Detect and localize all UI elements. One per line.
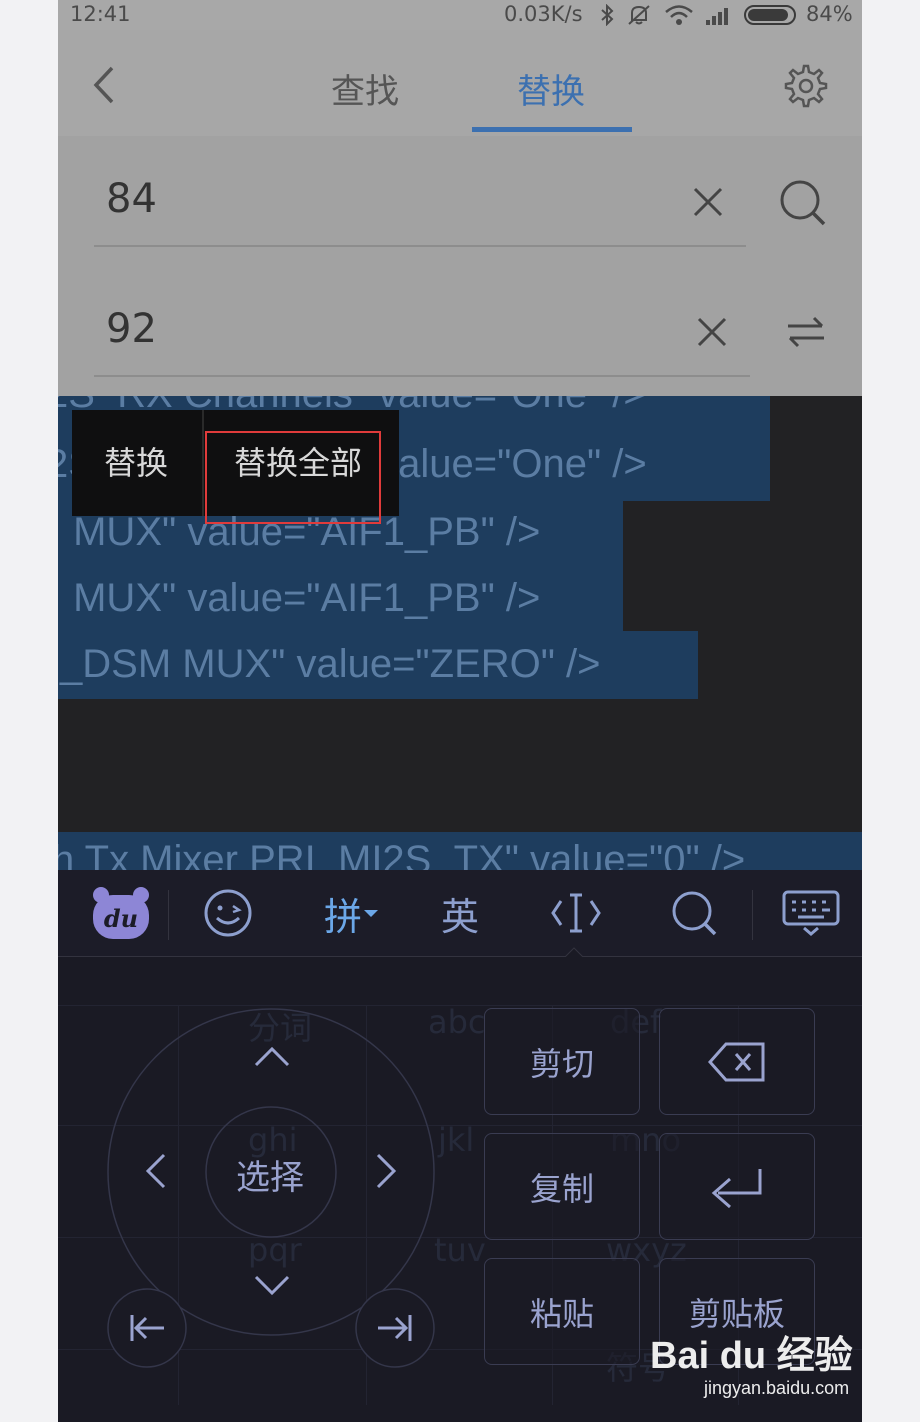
status-time: 12:41 bbox=[70, 2, 131, 26]
arrow-down-icon[interactable] bbox=[254, 1273, 290, 1297]
arrow-left-icon[interactable] bbox=[144, 1153, 168, 1189]
phone-screen: 12:41 0.03K/s 84% 查找 替换 84 92 value="One… bbox=[58, 0, 862, 1422]
du-logo-icon[interactable]: du bbox=[86, 870, 156, 956]
battery-icon bbox=[744, 5, 796, 25]
bluetooth-icon bbox=[601, 4, 614, 26]
pinyin-mode-button[interactable]: 拼 bbox=[316, 870, 386, 956]
status-bar: 12:41 0.03K/s 84% bbox=[58, 0, 862, 30]
svg-text:du: du bbox=[104, 904, 138, 933]
ghost-key: tuv bbox=[434, 1231, 486, 1269]
dropdown-icon bbox=[364, 910, 378, 917]
active-tab-indicator bbox=[472, 127, 632, 132]
paste-button[interactable]: 粘贴 bbox=[484, 1258, 640, 1365]
line-start-icon[interactable] bbox=[106, 1287, 188, 1369]
signal-icon bbox=[706, 8, 728, 25]
find-replace-panel: 84 92 bbox=[58, 136, 862, 396]
find-input-underline bbox=[94, 245, 746, 247]
settings-icon[interactable] bbox=[784, 64, 828, 108]
mute-icon bbox=[628, 5, 650, 25]
code-line: _DSM MUX" value="ZERO" /> bbox=[60, 642, 601, 686]
cursor-icon[interactable] bbox=[546, 870, 606, 956]
code-line: MUX" value="AIF1_PB" /> bbox=[62, 576, 541, 620]
enter-button[interactable] bbox=[659, 1133, 815, 1240]
select-button[interactable]: 选择 bbox=[236, 1150, 304, 1199]
toolbar-divider bbox=[168, 890, 169, 940]
cut-label: 剪切 bbox=[529, 1044, 594, 1083]
english-label: 英 bbox=[440, 894, 479, 939]
popup-divider bbox=[202, 410, 204, 516]
ghost-key: jkl bbox=[438, 1121, 475, 1159]
baidu-watermark: Bai du 经验 jingyan.baidu.com bbox=[640, 1318, 872, 1408]
swap-icon[interactable] bbox=[786, 314, 826, 350]
keyboard-hide-icon[interactable] bbox=[780, 870, 842, 956]
replace-button[interactable]: 替换 bbox=[104, 410, 168, 516]
watermark-url: jingyan.baidu.com bbox=[704, 1378, 850, 1398]
top-bar: 查找 替换 bbox=[58, 30, 862, 136]
enter-icon bbox=[711, 1168, 762, 1208]
backspace-button[interactable] bbox=[659, 1008, 815, 1115]
line-end-icon[interactable] bbox=[354, 1287, 436, 1369]
copy-label: 复制 bbox=[529, 1169, 594, 1208]
clear-find-icon[interactable] bbox=[692, 186, 724, 218]
arrow-right-icon[interactable] bbox=[374, 1153, 398, 1189]
replace-input[interactable]: 92 bbox=[106, 306, 157, 352]
tab-find[interactable]: 查找 bbox=[331, 64, 399, 113]
replace-all-highlight-box bbox=[205, 431, 381, 524]
ghost-key: abc bbox=[428, 1003, 486, 1041]
emoji-icon[interactable] bbox=[198, 870, 258, 956]
english-mode-button[interactable]: 英 bbox=[430, 870, 490, 956]
keyboard-search-icon[interactable] bbox=[664, 870, 724, 956]
cut-button[interactable]: 剪切 bbox=[484, 1008, 640, 1115]
find-input[interactable]: 84 bbox=[106, 176, 157, 222]
status-battery: 84% bbox=[806, 2, 853, 26]
search-icon[interactable] bbox=[778, 178, 828, 228]
arrow-up-icon[interactable] bbox=[254, 1045, 290, 1069]
clear-replace-icon[interactable] bbox=[696, 316, 728, 348]
pinyin-label: 拼 bbox=[323, 894, 362, 939]
wifi-icon bbox=[665, 5, 693, 25]
copy-button[interactable]: 复制 bbox=[484, 1133, 640, 1240]
status-net-speed: 0.03K/s bbox=[504, 2, 583, 26]
code-line: h Tx Mixer PRI_MI2S_TX" value="0" /> bbox=[58, 838, 746, 870]
keyboard-toolbar: du 拼 英 bbox=[58, 870, 862, 957]
replace-input-underline bbox=[94, 375, 750, 377]
paste-label: 粘贴 bbox=[529, 1294, 594, 1333]
back-icon[interactable] bbox=[90, 64, 118, 106]
watermark-brand: Bai du 经验 bbox=[650, 1335, 853, 1377]
toolbar-divider bbox=[752, 890, 753, 940]
tab-replace[interactable]: 替换 bbox=[517, 64, 585, 113]
backspace-icon bbox=[708, 1042, 765, 1081]
